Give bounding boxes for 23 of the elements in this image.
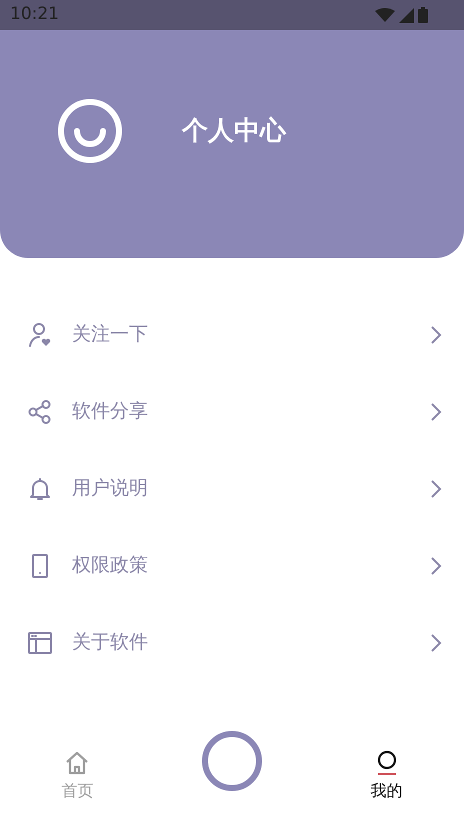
- nav-tab[interactable]: 首页: [61, 749, 94, 803]
- share-icon: [27, 398, 53, 424]
- menu-item[interactable]: 软件分享: [0, 373, 464, 450]
- chevron-right-icon: [430, 478, 442, 498]
- smiley-avatar-icon: [57, 98, 123, 164]
- menu-item[interactable]: 关于软件: [0, 604, 464, 681]
- browser-window-icon: [27, 630, 53, 656]
- wifi-icon: [375, 8, 395, 22]
- battery-icon: [418, 7, 428, 23]
- nav-tab[interactable]: 我的: [370, 749, 403, 803]
- chevron-right-icon: [430, 402, 442, 422]
- menu-item[interactable]: 用户说明: [0, 450, 464, 527]
- signal-icon: [399, 8, 414, 22]
- status-time: 10:21: [10, 3, 59, 26]
- user-heart-icon: [27, 322, 53, 348]
- bell-icon: [27, 476, 53, 502]
- chevron-right-icon: [430, 556, 442, 576]
- menu-item[interactable]: 关注一下: [0, 296, 464, 373]
- chevron-right-icon: [430, 324, 442, 344]
- center-action-button[interactable]: [202, 731, 262, 791]
- menu-item[interactable]: 权限政策: [0, 527, 464, 604]
- chevron-right-icon: [430, 632, 442, 652]
- page-title: 个人中心: [182, 114, 286, 148]
